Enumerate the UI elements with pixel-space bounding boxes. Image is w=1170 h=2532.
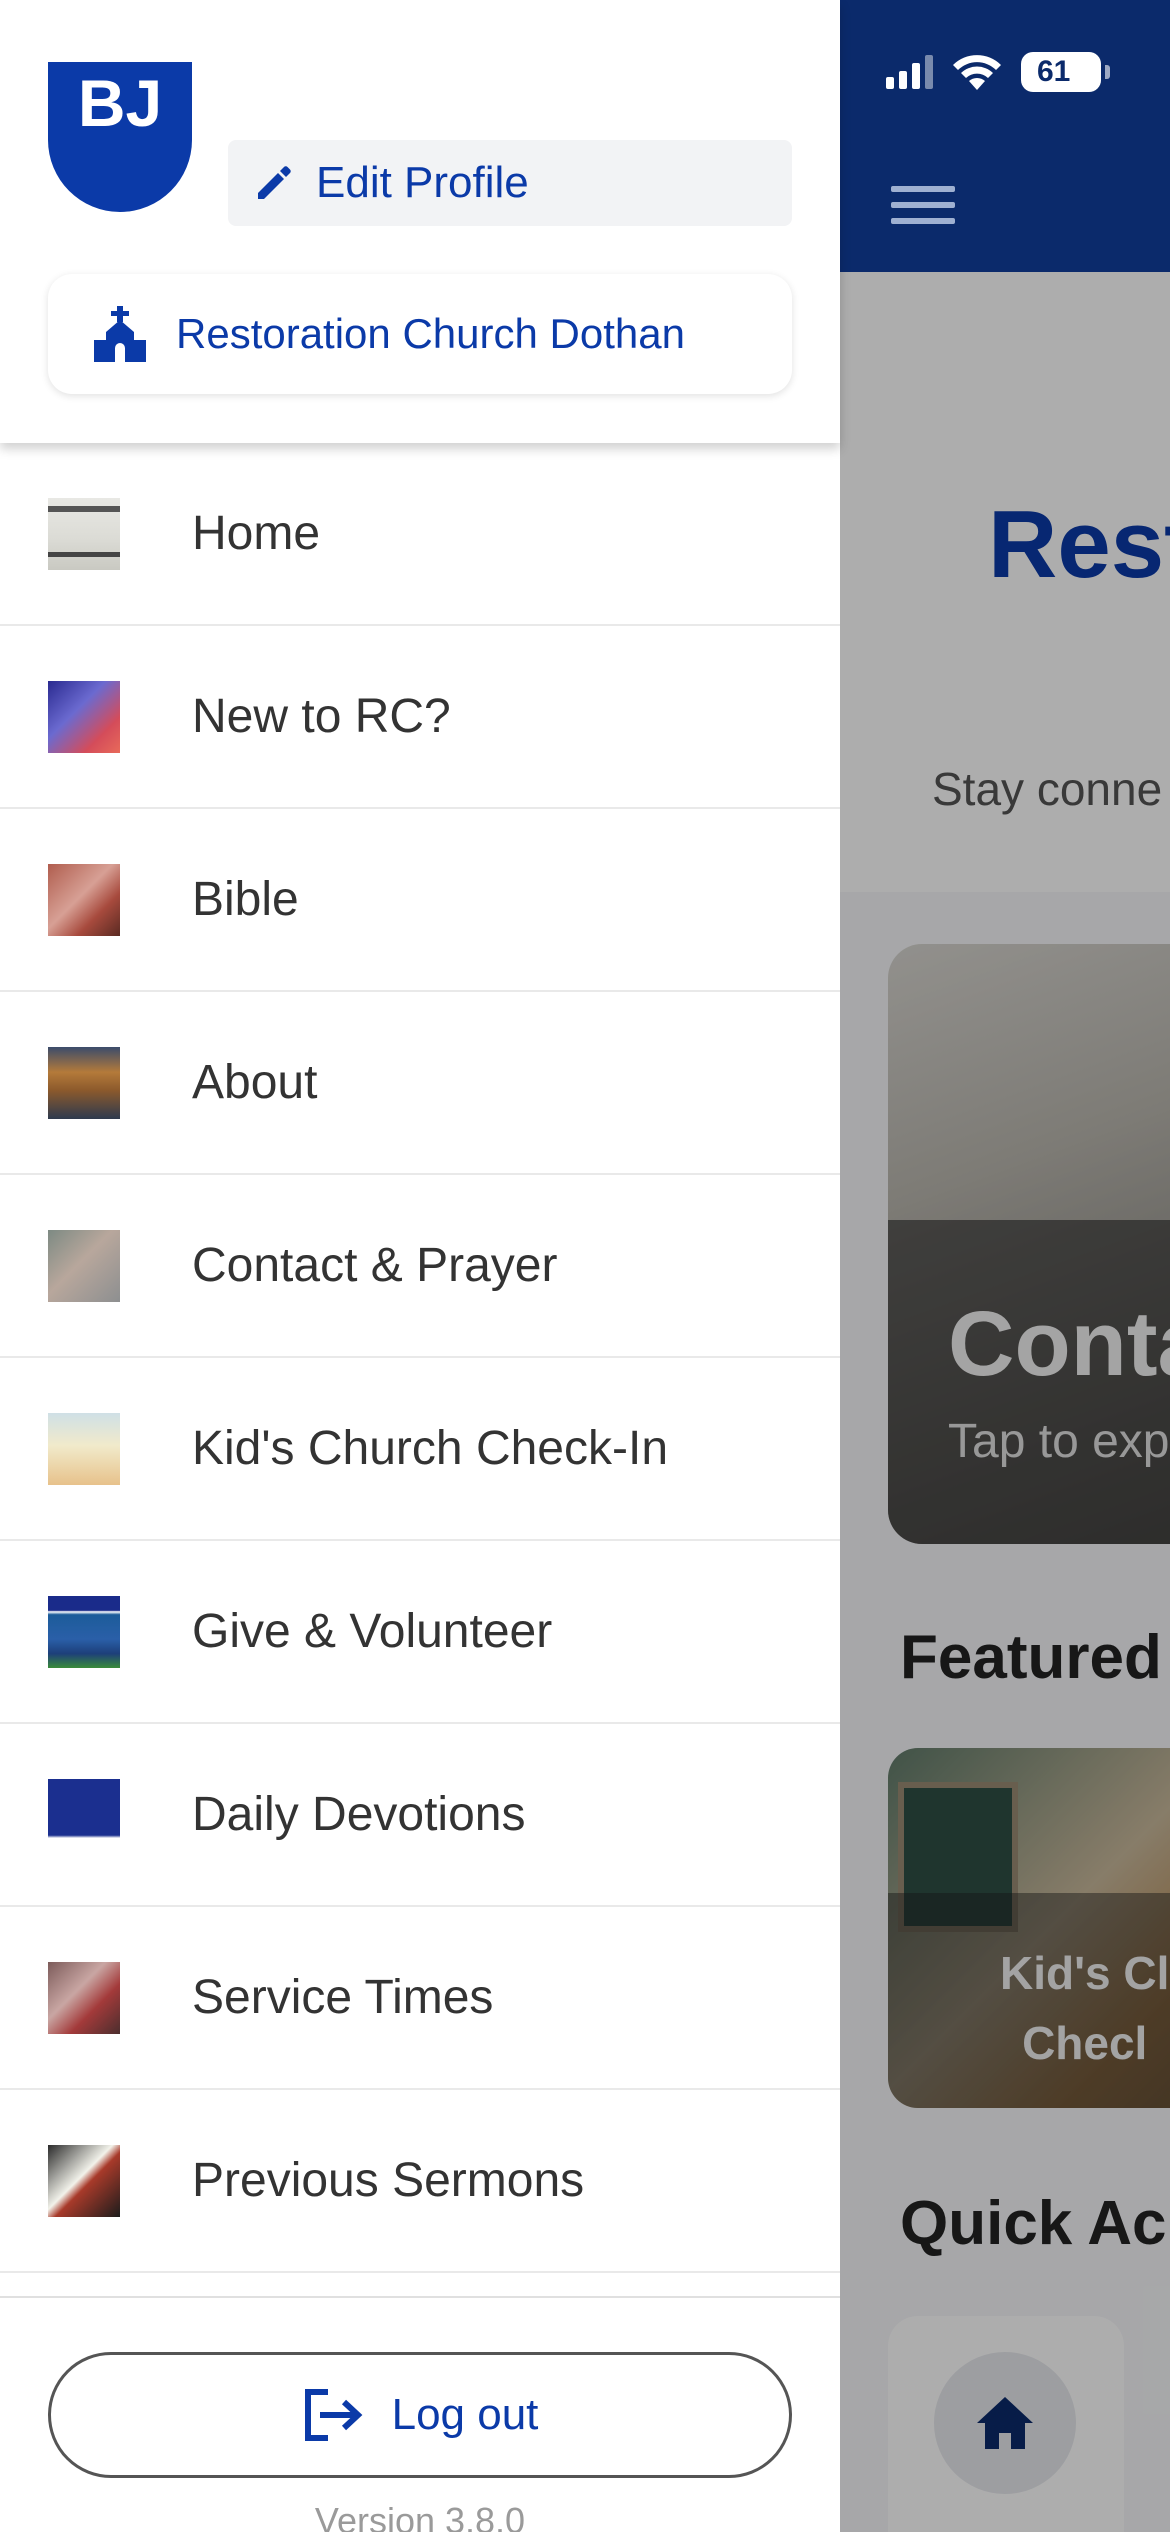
menu-item-label: Previous Sermons — [192, 2154, 585, 2207]
menu-item-service-times[interactable]: Service Times — [0, 1907, 840, 2090]
menu-item-bible[interactable]: Bible — [0, 809, 840, 992]
edit-profile-label: Edit Profile — [316, 158, 529, 207]
church-name: Restoration Church Dothan — [176, 310, 685, 357]
menu-item-previous-sermons[interactable]: Previous Sermons — [0, 2090, 840, 2273]
logout-label: Log out — [391, 2390, 539, 2439]
menu-item-contact-prayer[interactable]: Contact & Prayer — [0, 1175, 840, 1358]
menu-item-label: Give & Volunteer — [192, 1605, 553, 1658]
side-drawer: BJ Edit Profile Restoration Church Dotha… — [0, 0, 840, 2532]
drawer-footer: Log out Version 3.8.0 — [0, 2296, 840, 2532]
home-thumbnail — [48, 497, 120, 570]
pencil-icon — [258, 166, 291, 199]
menu-item-label: Home — [192, 507, 321, 560]
menu-item-label: About — [192, 1056, 318, 1109]
menu-item-label: Kid's Church Check-In — [192, 1422, 669, 1475]
menu-item-label: Contact & Prayer — [192, 1239, 558, 1292]
menu-item-give-volunteer[interactable]: Give & Volunteer — [0, 1541, 840, 1724]
avatar[interactable]: BJ — [48, 62, 192, 212]
service-times-thumbnail — [48, 1961, 120, 2034]
give-volunteer-thumbnail — [48, 1595, 120, 1668]
about-thumbnail — [48, 1046, 120, 1119]
menu-item-kids-church[interactable]: Kid's Church Check-In — [0, 1358, 840, 1541]
contact-prayer-thumbnail — [48, 1229, 120, 1302]
wifi-icon — [953, 55, 1001, 90]
logout-icon — [304, 2389, 363, 2441]
kids-church-thumbnail — [48, 1412, 120, 1485]
drawer-menu: Home New to RC? Bible About Contact & Pr… — [0, 443, 840, 2273]
menu-item-new-to-rc[interactable]: New to RC? — [0, 626, 840, 809]
status-bar: 61 — [886, 52, 1110, 92]
logout-button[interactable]: Log out — [48, 2352, 792, 2478]
cellular-signal-icon — [886, 55, 933, 89]
menu-item-label: Service Times — [192, 1971, 494, 2024]
church-selector-button[interactable]: Restoration Church Dothan — [48, 274, 792, 394]
menu-item-label: Daily Devotions — [192, 1788, 526, 1841]
app-version: Version 3.8.0 — [314, 2500, 526, 2532]
hamburger-menu-icon[interactable] — [891, 186, 955, 224]
drawer-scrim[interactable] — [840, 272, 1170, 2532]
edit-profile-button[interactable]: Edit Profile — [228, 140, 792, 226]
menu-item-label: New to RC? — [192, 690, 451, 743]
church-icon — [94, 306, 146, 362]
battery-icon: 61 — [1021, 52, 1110, 92]
menu-item-home[interactable]: Home — [0, 443, 840, 626]
menu-item-about[interactable]: About — [0, 992, 840, 1175]
menu-item-label: Bible — [192, 873, 299, 926]
drawer-header: BJ Edit Profile Restoration Church Dotha… — [0, 0, 840, 443]
menu-item-daily-devotions[interactable]: Daily Devotions — [0, 1724, 840, 1907]
daily-devotions-thumbnail — [48, 1778, 120, 1851]
bible-thumbnail — [48, 863, 120, 936]
new-to-rc-thumbnail — [48, 680, 120, 753]
battery-level: 61 — [1037, 55, 1071, 88]
previous-sermons-thumbnail — [48, 2144, 120, 2217]
avatar-initials: BJ — [77, 66, 163, 140]
